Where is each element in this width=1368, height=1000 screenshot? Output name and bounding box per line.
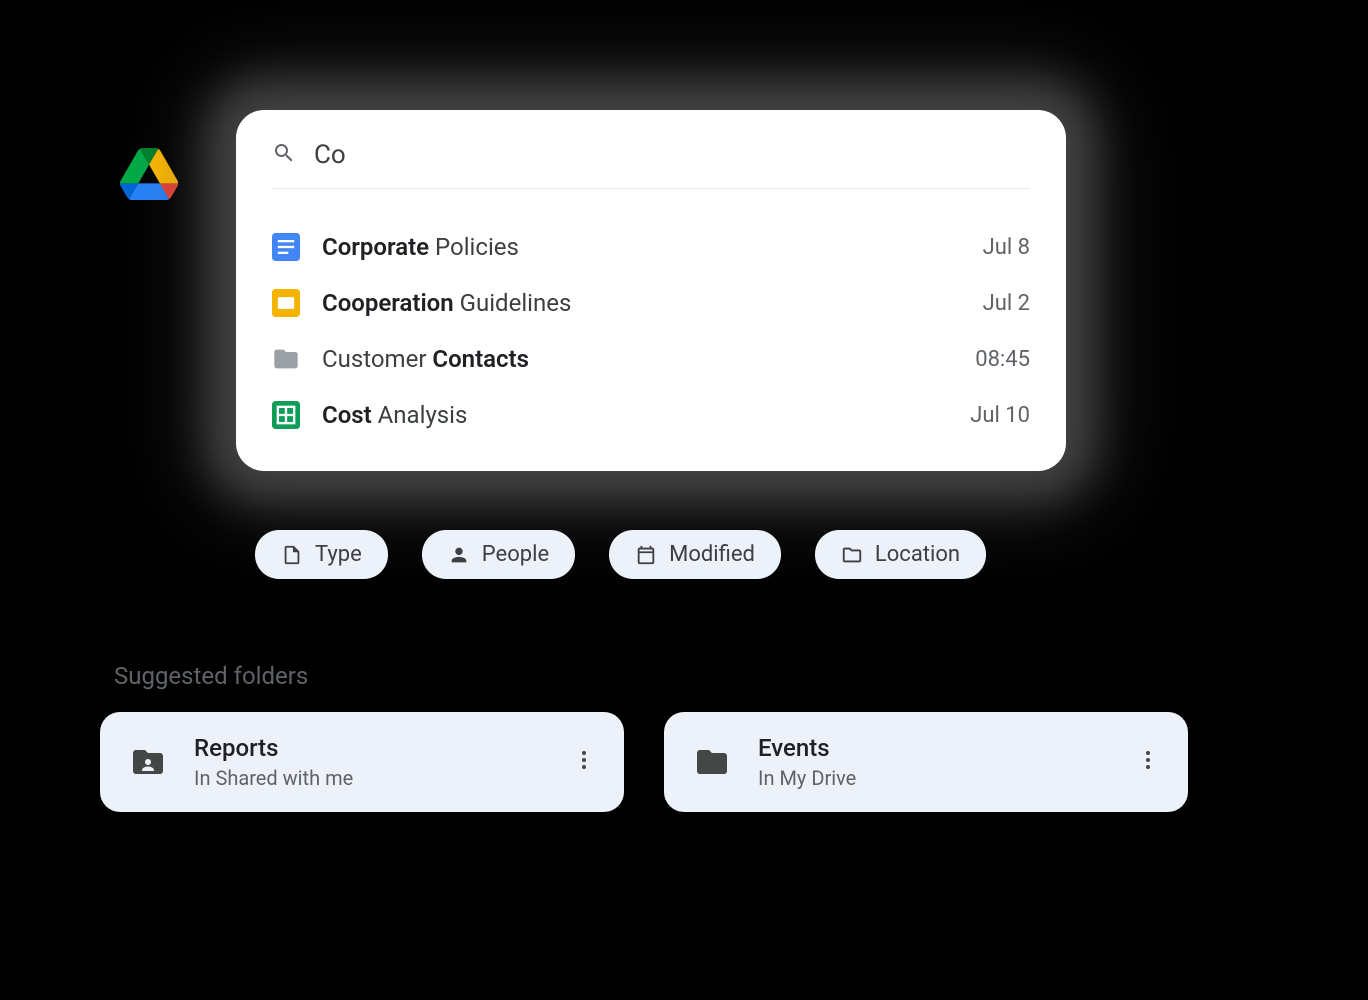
docs-icon [272, 233, 300, 261]
chip-label: Location [875, 542, 960, 567]
sheets-icon [272, 401, 300, 429]
folder-card[interactable]: Reports In Shared with me [100, 712, 624, 812]
result-name: Cooperation Guidelines [322, 289, 961, 317]
more-icon[interactable] [572, 748, 596, 776]
chip-label: Type [315, 542, 362, 567]
chip-label: Modified [669, 542, 755, 567]
folder-text: Events In My Drive [758, 734, 1110, 790]
chip-modified[interactable]: Modified [609, 530, 781, 579]
folder-name: Events [758, 734, 1110, 762]
result-date: 08:45 [975, 347, 1030, 372]
folder-location: In Shared with me [194, 766, 546, 790]
result-date: Jul 10 [970, 403, 1030, 428]
suggested-folders-title: Suggested folders [114, 662, 308, 690]
chip-location[interactable]: Location [815, 530, 986, 579]
result-name: Customer Contacts [322, 345, 953, 373]
chip-label: People [482, 542, 549, 567]
result-date: Jul 2 [983, 291, 1030, 316]
more-icon[interactable] [1136, 748, 1160, 776]
filter-chips: Type People Modified Location [255, 530, 986, 579]
result-date: Jul 8 [983, 235, 1030, 260]
chip-type[interactable]: Type [255, 530, 388, 579]
search-results: Corporate Policies Jul 8 Cooperation Gui… [272, 189, 1030, 443]
search-icon [272, 141, 296, 169]
folder-icon [272, 345, 300, 373]
search-row [272, 130, 1030, 189]
folder-name: Reports [194, 734, 546, 762]
folder-card[interactable]: Events In My Drive [664, 712, 1188, 812]
chip-people[interactable]: People [422, 530, 575, 579]
result-name: Corporate Policies [322, 233, 961, 261]
suggested-folders: Reports In Shared with me Events In My D… [100, 712, 1188, 812]
folder-icon [692, 742, 732, 782]
result-item[interactable]: Corporate Policies Jul 8 [272, 219, 1030, 275]
result-name: Cost Analysis [322, 401, 948, 429]
result-item[interactable]: Cost Analysis Jul 10 [272, 387, 1030, 443]
result-item[interactable]: Cooperation Guidelines Jul 2 [272, 275, 1030, 331]
drive-logo [120, 148, 178, 200]
folder-text: Reports In Shared with me [194, 734, 546, 790]
folder-location: In My Drive [758, 766, 1110, 790]
shared-folder-icon [128, 742, 168, 782]
search-input[interactable] [314, 140, 1030, 170]
search-dropdown: Corporate Policies Jul 8 Cooperation Gui… [236, 110, 1066, 471]
result-item[interactable]: Customer Contacts 08:45 [272, 331, 1030, 387]
slides-icon [272, 289, 300, 317]
